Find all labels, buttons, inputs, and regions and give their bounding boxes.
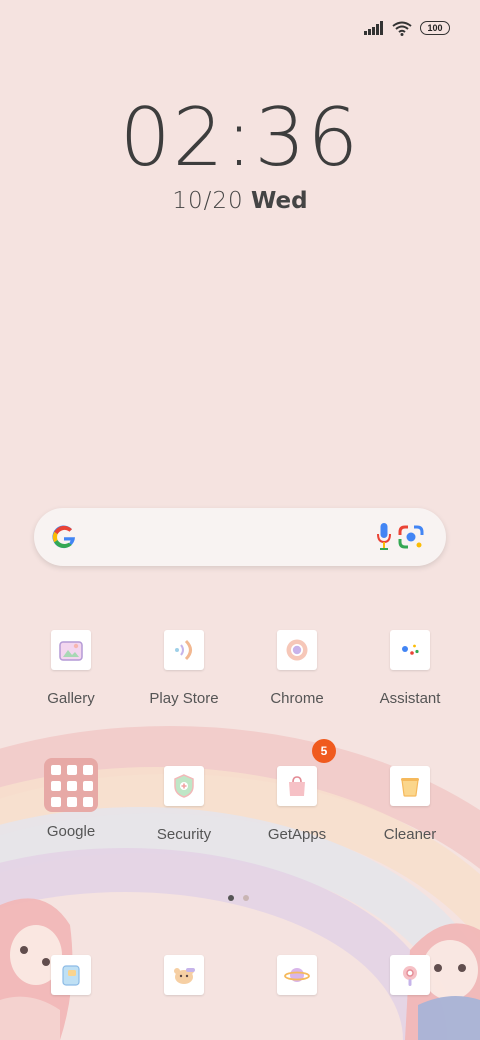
gallery-icon [51,630,91,670]
battery-icon: 100 [420,21,450,35]
page-dot [243,895,249,901]
app-label: Play Store [149,690,219,707]
folder-icon [44,758,98,812]
dock-app-bear[interactable] [128,955,240,995]
mic-icon[interactable] [377,522,391,552]
app-label: Chrome [270,690,324,707]
page-dot-active [228,895,234,901]
security-icon [164,766,204,806]
wifi-icon [392,21,412,36]
notification-badge: 5 [312,739,336,763]
app-cleaner[interactable]: Cleaner [354,766,466,843]
signal-icon [364,21,383,35]
folder-google[interactable]: Google [15,758,127,840]
dock-camera[interactable] [354,955,466,995]
app-assistant[interactable]: Assistant [354,630,466,707]
clock[interactable]: 02:36 [0,96,480,180]
app-label: GetApps [267,826,327,843]
date-day: Wed [250,188,308,214]
dock-app-planet[interactable] [241,955,353,995]
assistant-icon [390,630,430,670]
page-indicator [228,895,249,901]
app-label: Google [46,823,96,840]
dock-messages[interactable] [15,955,127,995]
bear-icon [164,955,204,995]
app-play-store[interactable]: Play Store [128,630,240,707]
app-label: Assistant [379,690,441,707]
app-chrome[interactable]: Chrome [241,630,353,707]
app-label: Gallery [47,690,95,707]
google-search-bar[interactable] [34,508,446,566]
planet-icon [277,955,317,995]
date[interactable]: 10/20 Wed [0,188,480,214]
play-store-icon [164,630,204,670]
status-bar: 100 [364,16,450,40]
date-number: 10/20 [172,188,244,214]
google-logo-icon [52,525,75,549]
chrome-icon [277,630,317,670]
app-security[interactable]: Security [128,766,240,843]
app-label: Security [156,826,212,843]
app-label: Cleaner [383,826,437,843]
app-gallery[interactable]: Gallery [15,630,127,707]
camera-icon [390,955,430,995]
app-getapps[interactable]: 5 GetApps [241,739,353,843]
cleaner-icon [390,766,430,806]
getapps-icon [277,766,317,806]
lens-icon[interactable] [398,524,424,550]
messages-icon [51,955,91,995]
